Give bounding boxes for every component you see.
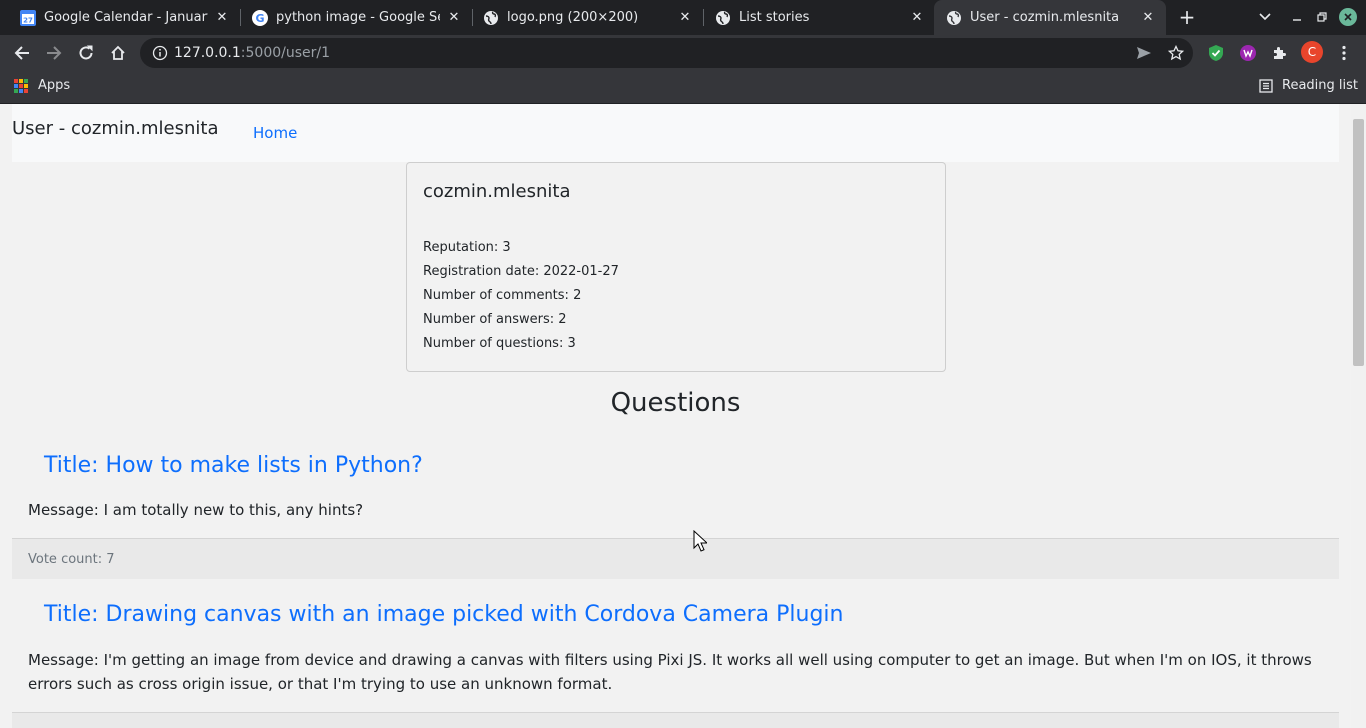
question-footer: [12, 712, 1339, 728]
profile-comment-count: Number of comments: 2: [423, 288, 582, 303]
close-icon[interactable]: ✕: [677, 10, 693, 26]
new-tab-button[interactable]: +: [1176, 5, 1198, 29]
reading-list-icon: [1259, 78, 1273, 93]
svg-text:G: G: [255, 12, 264, 25]
close-icon[interactable]: ✕: [214, 10, 230, 26]
close-icon[interactable]: ✕: [1140, 10, 1156, 26]
question-message: Message: I am totally new to this, any h…: [28, 501, 364, 519]
tab-user-profile[interactable]: User - cozmin.mlesnita ✕: [934, 0, 1166, 35]
purple-extension-icon[interactable]: [1238, 43, 1258, 63]
minimize-icon[interactable]: [1288, 8, 1306, 26]
scrollbar-thumb[interactable]: [1353, 119, 1364, 366]
tab-strip: 27 Google Calendar - January 2 ✕ G pytho…: [0, 0, 1366, 35]
user-profile-card: cozmin.mlesnita Reputation: 3 Registrati…: [406, 162, 946, 372]
tab-title: User - cozmin.mlesnita: [970, 10, 1120, 25]
back-arrow-icon[interactable]: [10, 41, 34, 65]
menu-kebab-icon[interactable]: [1334, 43, 1354, 63]
bookmark-star-icon[interactable]: [1166, 43, 1186, 63]
profile-reputation: Reputation: 3: [423, 240, 511, 255]
reading-list-label: Reading list: [1282, 78, 1358, 93]
globe-icon: [715, 10, 731, 26]
tab-google-search[interactable]: G python image - Google Searc ✕: [232, 0, 472, 35]
tab-title: logo.png (200×200): [507, 10, 639, 25]
profile-registration-date: Registration date: 2022-01-27: [423, 264, 619, 279]
question-message: Message: I'm getting an image from devic…: [28, 651, 1312, 693]
profile-avatar[interactable]: C: [1301, 41, 1323, 63]
tab-title: List stories: [739, 10, 810, 25]
shield-extension-icon[interactable]: [1206, 43, 1226, 63]
profile-question-count: Number of questions: 3: [423, 336, 576, 351]
question-title-link[interactable]: Title: Drawing canvas with an image pick…: [44, 602, 843, 627]
apps-label: Apps: [38, 78, 71, 93]
address-bar[interactable]: 127.0.0.1:5000/user/1: [140, 38, 1193, 68]
bookmarks-bar: Apps Reading list: [0, 70, 1366, 104]
tab-google-calendar[interactable]: 27 Google Calendar - January 2 ✕: [0, 0, 240, 35]
mouse-cursor-icon: [693, 530, 707, 552]
tab-title: Google Calendar - January 2: [44, 10, 208, 25]
calendar-icon: 27: [20, 9, 36, 26]
question-footer: Vote count: 7: [12, 538, 1339, 579]
google-icon: G: [252, 9, 268, 26]
svg-text:27: 27: [23, 16, 33, 24]
questions-heading: Questions: [610, 388, 741, 418]
home-icon[interactable]: [106, 41, 130, 65]
restore-icon[interactable]: [1313, 8, 1331, 26]
tab-logo-png[interactable]: logo.png (200×200) ✕: [463, 0, 703, 35]
globe-icon: [483, 10, 499, 26]
apps-shortcut[interactable]: Apps: [14, 78, 70, 93]
close-icon[interactable]: ✕: [909, 10, 925, 26]
page-viewport: User - cozmin.mlesnita Home cozmin.mlesn…: [0, 104, 1366, 728]
url-host: 127.0.0.1: [174, 45, 241, 61]
close-icon[interactable]: ✕: [446, 10, 462, 26]
nav-home-link[interactable]: Home: [253, 124, 297, 142]
profile-username: cozmin.mlesnita: [423, 181, 571, 202]
site-info-icon[interactable]: [152, 45, 168, 61]
page-scrollbar[interactable]: [1351, 104, 1366, 728]
profile-answer-count: Number of answers: 2: [423, 312, 567, 327]
navbar-brand[interactable]: User - cozmin.mlesnita: [12, 118, 218, 139]
reading-list-button[interactable]: Reading list: [1259, 78, 1358, 93]
site-navbar: User - cozmin.mlesnita Home: [12, 104, 1339, 162]
globe-icon: [946, 10, 962, 26]
extensions-puzzle-icon[interactable]: [1270, 43, 1290, 63]
url-text: 127.0.0.1:5000/user/1: [174, 45, 330, 61]
window-close-icon[interactable]: [1339, 8, 1357, 26]
browser-toolbar: 127.0.0.1:5000/user/1 C: [0, 35, 1366, 70]
apps-grid-icon: [14, 78, 28, 93]
reload-icon[interactable]: [74, 41, 98, 65]
url-path: :5000/user/1: [240, 45, 331, 61]
tab-search-icon[interactable]: [1256, 8, 1274, 26]
send-tab-icon[interactable]: [1134, 43, 1154, 63]
vote-count: Vote count: 7: [28, 552, 115, 567]
tab-list-stories[interactable]: List stories ✕: [695, 0, 935, 35]
forward-arrow-icon[interactable]: [42, 41, 66, 65]
tab-title: python image - Google Searc: [276, 10, 440, 25]
question-title-link[interactable]: Title: How to make lists in Python?: [44, 453, 423, 478]
